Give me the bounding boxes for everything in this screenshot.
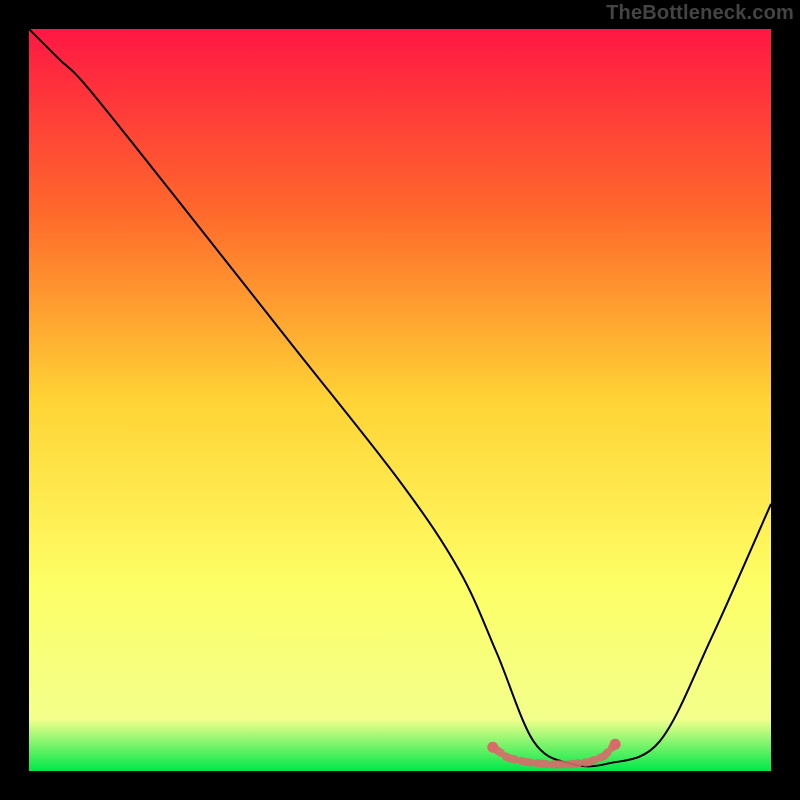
bottleneck-chart [29,29,771,771]
chart-frame: TheBottleneck.com [0,0,800,800]
watermark-text: TheBottleneck.com [606,2,794,25]
plot-background [29,29,771,771]
